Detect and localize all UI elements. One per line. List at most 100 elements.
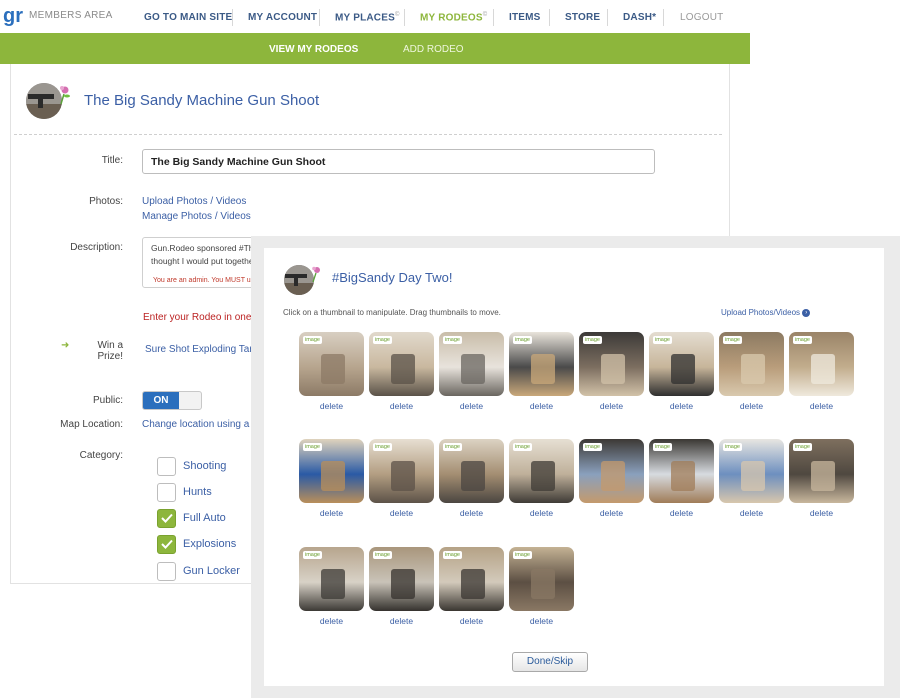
category-label-explosions[interactable]: Explosions (183, 538, 236, 550)
nav-items[interactable]: ITEMS (509, 12, 541, 23)
delete-photo-link[interactable]: delete (299, 401, 364, 411)
photo-subject (391, 569, 415, 599)
delete-photo-link[interactable]: delete (299, 616, 364, 626)
nav-separator (319, 9, 320, 26)
image-tag: image (373, 551, 392, 559)
photo-subject (321, 461, 345, 491)
image-tag: image (653, 443, 672, 451)
image-tag: image (373, 336, 392, 344)
category-label-full-auto[interactable]: Full Auto (183, 512, 226, 524)
delete-photo-link[interactable]: delete (789, 508, 854, 518)
nav-go-to-main-site[interactable]: GO TO MAIN SITE (144, 12, 232, 23)
category-checkbox-shooting[interactable] (157, 457, 176, 476)
title-label: Title: (101, 155, 123, 166)
image-tag: image (653, 336, 672, 344)
nav-my-rodeos[interactable]: MY RODEOS© (420, 12, 487, 23)
delete-photo-link[interactable]: delete (439, 616, 504, 626)
description-line: Gun.Rodeo sponsored #The (151, 243, 259, 253)
photo-thumbnail[interactable]: image (509, 332, 574, 396)
photo-thumbnail[interactable]: image (299, 332, 364, 396)
upload-photos-link[interactable]: Upload Photos / Videos (142, 196, 246, 207)
nav-separator (663, 9, 664, 26)
checkmark-icon (161, 513, 173, 523)
photo-thumbnail[interactable]: image (439, 332, 504, 396)
photo-thumbnail[interactable]: image (789, 439, 854, 503)
delete-photo-link[interactable]: delete (789, 401, 854, 411)
modal-upload-link[interactable]: Upload Photos/Videos › (721, 308, 811, 317)
category-checkbox-gun-locker[interactable] (157, 562, 176, 581)
nav-store[interactable]: STORE (565, 12, 600, 23)
done-skip-button[interactable]: Done/Skip (512, 652, 588, 672)
delete-photo-link[interactable]: delete (369, 616, 434, 626)
category-label: Category: (79, 450, 123, 461)
public-toggle[interactable]: ON (142, 391, 202, 410)
photo-thumbnail[interactable]: image (299, 439, 364, 503)
prize-link[interactable]: Sure Shot Exploding Tar (145, 344, 253, 355)
subnav-view-my-rodeos[interactable]: VIEW MY RODEOS (269, 44, 358, 55)
nav-my-places[interactable]: MY PLACES© (335, 12, 400, 23)
delete-photo-link[interactable]: delete (369, 508, 434, 518)
manage-photos-link[interactable]: Manage Photos / Videos (142, 211, 251, 222)
subnav-add-rodeo[interactable]: ADD RODEO (403, 44, 464, 55)
photo-thumbnail[interactable]: image (439, 439, 504, 503)
admin-warning: You are an admin. You MUST us (153, 277, 255, 284)
delete-photo-link[interactable]: delete (369, 401, 434, 411)
photo-thumbnail[interactable]: image (649, 332, 714, 396)
delete-photo-link[interactable]: delete (509, 401, 574, 411)
category-checkbox-explosions[interactable] (157, 535, 176, 554)
delete-photo-link[interactable]: delete (299, 508, 364, 518)
photo-thumbnail[interactable]: image (509, 547, 574, 611)
image-tag: image (793, 443, 812, 451)
photo-subject (391, 461, 415, 491)
enter-rodeo-note: Enter your Rodeo in one o (143, 312, 260, 323)
delete-photo-link[interactable]: delete (579, 401, 644, 411)
delete-photo-link[interactable]: delete (719, 401, 784, 411)
photo-subject (461, 354, 485, 384)
nav-dash[interactable]: DASH* (623, 12, 656, 23)
delete-photo-link[interactable]: delete (439, 401, 504, 411)
photo-thumbnail[interactable]: image (789, 332, 854, 396)
photo-thumbnail[interactable]: image (369, 547, 434, 611)
delete-photo-link[interactable]: delete (439, 508, 504, 518)
delete-photo-link[interactable]: delete (719, 508, 784, 518)
photo-subject (391, 354, 415, 384)
image-tag: image (513, 443, 532, 451)
photo-subject (601, 461, 625, 491)
photo-thumbnail[interactable]: image (369, 439, 434, 503)
photo-thumbnail[interactable]: image (579, 332, 644, 396)
category-label-shooting[interactable]: Shooting (183, 460, 226, 472)
nav-my-account[interactable]: MY ACCOUNT (248, 12, 317, 23)
delete-photo-link[interactable]: delete (509, 616, 574, 626)
image-tag: image (513, 551, 532, 559)
delete-photo-link[interactable]: delete (509, 508, 574, 518)
photo-thumbnail[interactable]: image (369, 332, 434, 396)
nav-logout[interactable]: LOGOUT (680, 12, 723, 23)
photo-thumbnail[interactable]: image (439, 547, 504, 611)
title-input[interactable]: The Big Sandy Machine Gun Shoot (142, 149, 655, 174)
photo-thumbnail[interactable]: image (649, 439, 714, 503)
photo-subject (811, 461, 835, 491)
photo-thumbnail[interactable]: image (579, 439, 644, 503)
delete-photo-link[interactable]: delete (579, 508, 644, 518)
image-tag: image (443, 443, 462, 451)
photo-thumbnail[interactable]: image (299, 547, 364, 611)
svg-text:gr: gr (3, 5, 23, 27)
photo-thumbnail[interactable]: image (509, 439, 574, 503)
delete-photo-link[interactable]: delete (649, 401, 714, 411)
photo-thumbnail[interactable]: image (719, 439, 784, 503)
photo-subject (531, 569, 555, 599)
nav-separator (232, 9, 233, 26)
image-tag: image (793, 336, 812, 344)
public-label: Public: (92, 395, 123, 406)
category-label-hunts[interactable]: Hunts (183, 486, 212, 498)
site-logo[interactable]: gr (3, 4, 27, 28)
category-label-gun-locker[interactable]: Gun Locker (183, 565, 240, 577)
image-tag: image (513, 336, 532, 344)
category-checkbox-hunts[interactable] (157, 483, 176, 502)
flower-icon (312, 266, 320, 283)
category-checkbox-full-auto[interactable] (157, 509, 176, 528)
delete-photo-link[interactable]: delete (649, 508, 714, 518)
change-location-link[interactable]: Change location using a (142, 419, 249, 430)
photo-thumbnail[interactable]: image (719, 332, 784, 396)
image-tag: image (303, 336, 322, 344)
